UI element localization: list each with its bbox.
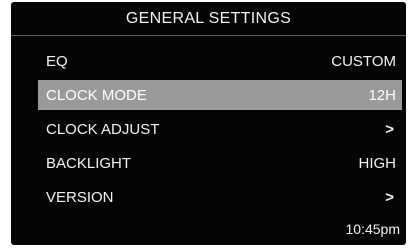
chevron-right-icon: >: [385, 120, 394, 138]
clock-time: 10:45pm: [345, 221, 400, 237]
menu-item-label: EQ: [46, 52, 68, 70]
menu-item-label: BACKLIGHT: [46, 154, 132, 172]
menu-item-value: 12H: [368, 86, 396, 104]
menu-item-value: CUSTOM: [331, 52, 396, 70]
menu-item-value: HIGH: [358, 154, 397, 172]
menu-item-version[interactable]: VERSION >: [38, 182, 402, 212]
menu-item-clock-adjust[interactable]: CLOCK ADJUST >: [38, 114, 402, 144]
menu-item-backlight[interactable]: BACKLIGHT HIGH: [38, 148, 402, 178]
settings-screen: GENERAL SETTINGS EQ CUSTOM CLOCK MODE 12…: [11, 2, 406, 245]
menu-item-eq[interactable]: EQ CUSTOM: [38, 46, 402, 76]
settings-menu: EQ CUSTOM CLOCK MODE 12H CLOCK ADJUST > …: [38, 46, 402, 216]
menu-item-label: CLOCK ADJUST: [46, 120, 160, 138]
menu-item-label: VERSION: [46, 188, 114, 206]
title-divider: [11, 35, 406, 36]
menu-item-clock-mode[interactable]: CLOCK MODE 12H: [38, 80, 402, 110]
chevron-right-icon: >: [385, 188, 394, 206]
page-title: GENERAL SETTINGS: [125, 9, 292, 27]
menu-item-label: CLOCK MODE: [46, 86, 147, 104]
